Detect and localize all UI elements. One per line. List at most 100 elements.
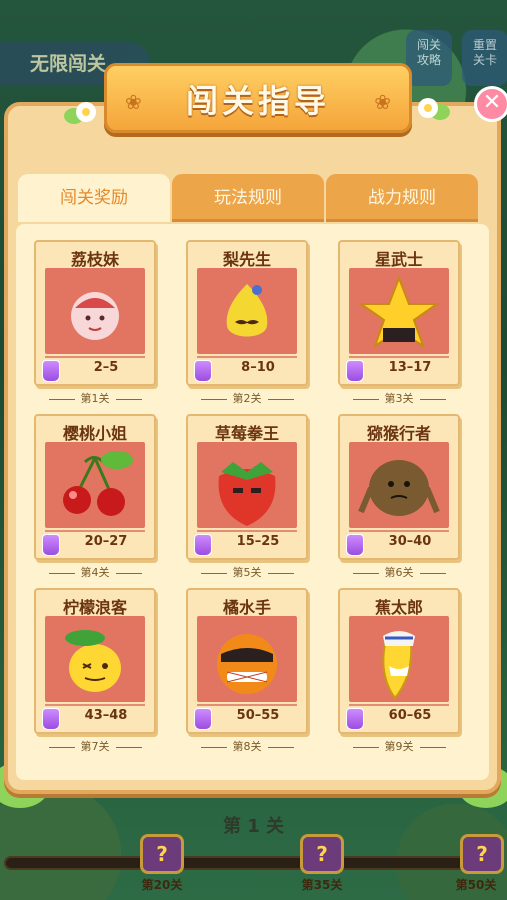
level-progress-bar (4, 856, 503, 870)
reward-chest-35[interactable]: ? (300, 834, 344, 874)
divider (352, 398, 379, 400)
star-icon (357, 275, 441, 349)
potion-icon (194, 708, 212, 730)
strategy-button-label: 闯关 攻略 (416, 38, 441, 67)
tab-power-rules[interactable]: 战力规则 (326, 174, 478, 222)
level-text: 第1关 (80, 392, 110, 405)
divider (197, 704, 297, 706)
reward-range: 15–25 (236, 534, 280, 549)
divider (197, 356, 297, 358)
divider (200, 746, 227, 748)
divider (200, 398, 227, 400)
boss-portrait (45, 442, 145, 528)
reward-card[interactable]: 荔枝妹 2–5 (34, 240, 156, 386)
reward-card[interactable]: 猕猴行者 30–40 (338, 414, 460, 560)
close-button[interactable]: ✕ (474, 86, 507, 122)
tab-gameplay-rules[interactable]: 玩法规则 (172, 174, 324, 222)
reward-card[interactable]: 柠檬浪客 43–48 (34, 588, 156, 734)
reset-button-label: 重置 关卡 (472, 38, 497, 67)
level-text: 第5关 (232, 566, 262, 579)
divider (45, 704, 145, 706)
reward-card[interactable]: 樱桃小姐 20–27 (34, 414, 156, 560)
boss-name: 柠檬浪客 (62, 598, 127, 617)
reward-range: 2–5 (93, 360, 119, 375)
reward-card[interactable]: 橘水手 50–55 (186, 588, 308, 734)
boss-name: 梨先生 (222, 250, 271, 269)
kiwi-icon (358, 460, 440, 516)
boss-portrait (349, 616, 449, 702)
boss-portrait (197, 268, 297, 354)
reward-range: 13–17 (388, 360, 432, 375)
reward-range: 30–40 (388, 534, 432, 549)
divider (48, 398, 75, 400)
divider (48, 746, 75, 748)
divider (197, 530, 297, 532)
divider (349, 530, 449, 532)
divider (267, 572, 294, 574)
boss-name: 橘水手 (222, 598, 271, 617)
tab-rewards[interactable]: 闯关奖励 (18, 174, 170, 222)
potion-icon (42, 360, 60, 382)
divider (349, 704, 449, 706)
lemon-icon (65, 630, 121, 692)
card-level-label: 第5关 (186, 564, 308, 580)
reward-range: 8–10 (241, 360, 275, 375)
divider (48, 572, 75, 574)
boss-portrait (45, 616, 145, 702)
reward-card[interactable]: 梨先生 8–10 (186, 240, 308, 386)
divider (349, 356, 449, 358)
divider (352, 746, 379, 748)
divider (419, 746, 446, 748)
current-level-label: 第 1 关 (222, 816, 285, 837)
boss-portrait (197, 442, 297, 528)
potion-icon (42, 708, 60, 730)
divider (352, 572, 379, 574)
dialog-title: 闯关指导 (185, 82, 330, 120)
chest-label-50: 第50关 (455, 878, 497, 892)
card-level-label: 第8关 (186, 738, 308, 754)
reward-card[interactable]: 星武士 13–17 (338, 240, 460, 386)
card-level-label: 第2关 (186, 390, 308, 406)
divider (45, 356, 145, 358)
divider (419, 572, 446, 574)
divider (115, 398, 142, 400)
boss-portrait (45, 268, 145, 354)
boss-name: 草莓拳王 (214, 424, 279, 443)
reward-chest-50[interactable]: ? (460, 834, 504, 874)
level-text: 第6关 (384, 566, 414, 579)
reward-chest-20[interactable]: ? (140, 834, 184, 874)
flower-icon (64, 102, 96, 124)
boss-portrait (349, 268, 449, 354)
lychee-icon (71, 292, 119, 340)
pear-icon (226, 284, 268, 337)
potion-icon (346, 708, 364, 730)
boss-name: 猕猴行者 (366, 424, 431, 443)
divider (115, 746, 142, 748)
strategy-button[interactable]: 闯关 攻略 (406, 30, 452, 86)
card-level-label: 第9关 (338, 738, 460, 754)
dialog-title-banner: ❀ 闯关指导 ❀ (104, 63, 412, 133)
potion-icon (194, 360, 212, 382)
boss-name: 蕉太郎 (374, 598, 423, 617)
divider (419, 398, 446, 400)
boss-name: 星武士 (374, 250, 423, 269)
card-level-label: 第7关 (34, 738, 156, 754)
potion-icon (194, 534, 212, 556)
reward-card[interactable]: 草莓拳王 15–25 (186, 414, 308, 560)
card-level-label: 第1关 (34, 390, 156, 406)
level-text: 第8关 (232, 740, 262, 753)
reward-range: 60–65 (388, 708, 432, 723)
reward-range: 20–27 (84, 534, 128, 549)
card-level-label: 第3关 (338, 390, 460, 406)
potion-icon (346, 534, 364, 556)
boss-portrait (197, 616, 297, 702)
reset-button[interactable]: 重置 关卡 (462, 30, 507, 86)
level-text: 第4关 (80, 566, 110, 579)
chest-label-35: 第35关 (301, 878, 343, 892)
chest-label-20: 第20关 (141, 878, 183, 892)
level-text: 第3关 (384, 392, 414, 405)
reward-card[interactable]: 蕉太郎 60–65 (338, 588, 460, 734)
divider (115, 572, 142, 574)
level-text: 第2关 (232, 392, 262, 405)
potion-icon (42, 534, 60, 556)
